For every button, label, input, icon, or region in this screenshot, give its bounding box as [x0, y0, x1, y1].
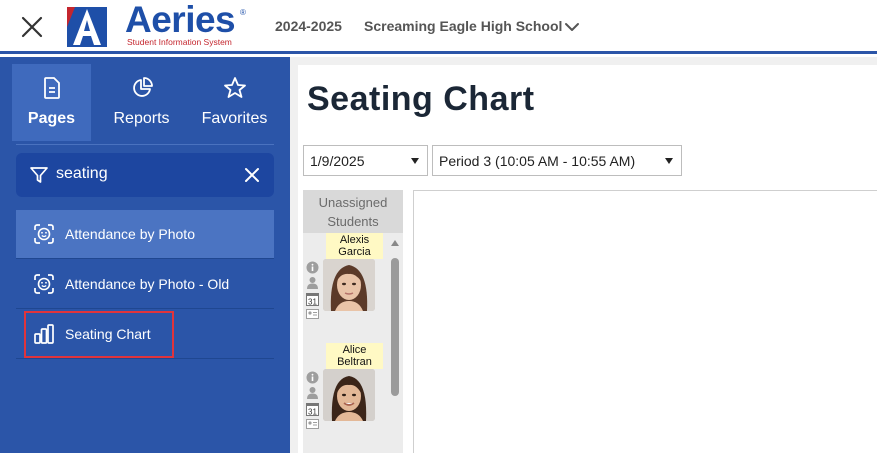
dropdown-arrow-icon — [411, 158, 419, 164]
student-card[interactable]: Alexis Garcia 31 — [303, 233, 389, 328]
student-photo-image — [323, 369, 375, 421]
pie-chart-icon — [132, 77, 153, 97]
bar-chart-icon — [34, 324, 54, 344]
sidebar-item-label: Attendance by Photo - Old — [65, 276, 230, 292]
search-input[interactable]: seating — [16, 153, 274, 197]
date-select-value: 1/9/2025 — [310, 153, 365, 169]
student-photo[interactable] — [323, 259, 375, 311]
period-select[interactable]: Period 3 (10:05 AM - 10:55 AM) — [432, 145, 682, 176]
tab-reports-label: Reports — [113, 110, 170, 127]
date-select[interactable]: 1/9/2025 — [303, 145, 428, 176]
student-first-name: Alice — [342, 344, 367, 356]
contact-card-icon[interactable] — [306, 419, 319, 429]
sidebar-item-attendance-by-photo[interactable]: Attendance by Photo — [16, 210, 274, 259]
unassigned-header: Unassigned Students — [303, 190, 403, 233]
dropdown-arrow-icon — [665, 158, 673, 164]
scroll-up-arrow-icon[interactable] — [391, 240, 399, 246]
unassigned-students-panel: Unassigned Students Alexis Garcia 31 Ali… — [303, 190, 403, 453]
student-last-name: Garcia — [338, 246, 371, 258]
sidebar-item-label: Seating Chart — [65, 326, 151, 342]
calendar-icon[interactable]: 31 — [306, 403, 319, 416]
student-photo[interactable] — [323, 369, 375, 421]
clear-icon[interactable] — [244, 167, 260, 183]
sidebar-item-label: Attendance by Photo — [65, 226, 195, 242]
tab-favorites-label: Favorites — [201, 110, 268, 127]
logo-registered-mark: ® — [240, 8, 246, 17]
sidebar-item-seating-chart[interactable]: Seating Chart — [16, 310, 274, 359]
period-select-value: Period 3 (10:05 AM - 10:55 AM) — [439, 153, 636, 169]
calendar-day: 31 — [308, 298, 317, 307]
close-icon[interactable] — [20, 15, 44, 39]
school-year[interactable]: 2024-2025 — [275, 18, 342, 34]
person-icon[interactable] — [306, 386, 319, 399]
face-scan-icon — [34, 274, 54, 294]
contact-card-icon[interactable] — [306, 309, 319, 319]
student-card[interactable]: Alice Beltran 31 — [303, 343, 389, 438]
info-icon[interactable] — [306, 371, 319, 384]
student-first-name: Alexis — [339, 234, 370, 246]
tab-pages[interactable]: Pages — [12, 64, 91, 141]
face-scan-icon — [34, 224, 54, 244]
student-photo-image — [323, 259, 375, 311]
tab-pages-label: Pages — [27, 110, 76, 127]
aeries-logo-icon — [67, 7, 107, 47]
tab-favorites[interactable]: Favorites — [195, 64, 274, 141]
tab-reports[interactable]: Reports — [102, 64, 181, 141]
seating-chart-canvas[interactable] — [413, 190, 877, 453]
sidebar-item-attendance-by-photo-old[interactable]: Attendance by Photo - Old — [16, 260, 274, 309]
star-icon — [223, 77, 246, 98]
student-name: Alice Beltran — [326, 343, 383, 369]
student-name: Alexis Garcia — [326, 233, 383, 259]
scroll-thumb[interactable] — [391, 258, 399, 396]
search-value[interactable]: seating — [56, 165, 108, 183]
student-last-name: Beltran — [337, 356, 372, 368]
chevron-down-icon[interactable] — [564, 19, 580, 35]
sidebar: Pages Reports Favorites seating Attendan… — [0, 57, 290, 453]
top-bar: Aeries ® Student Information System 2024… — [0, 0, 877, 54]
divider — [16, 144, 274, 145]
filter-icon — [30, 167, 48, 183]
main-top-border — [298, 57, 877, 65]
info-icon[interactable] — [306, 261, 319, 274]
page-title: Seating Chart — [307, 80, 535, 118]
document-icon — [43, 77, 60, 99]
school-name[interactable]: Screaming Eagle High School — [364, 18, 562, 34]
logo-text: Aeries — [125, 0, 236, 40]
person-icon[interactable] — [306, 276, 319, 289]
scrollbar[interactable] — [389, 236, 401, 453]
calendar-icon[interactable]: 31 — [306, 293, 319, 306]
logo-subtitle: Student Information System — [127, 37, 232, 47]
calendar-day: 31 — [308, 408, 317, 417]
